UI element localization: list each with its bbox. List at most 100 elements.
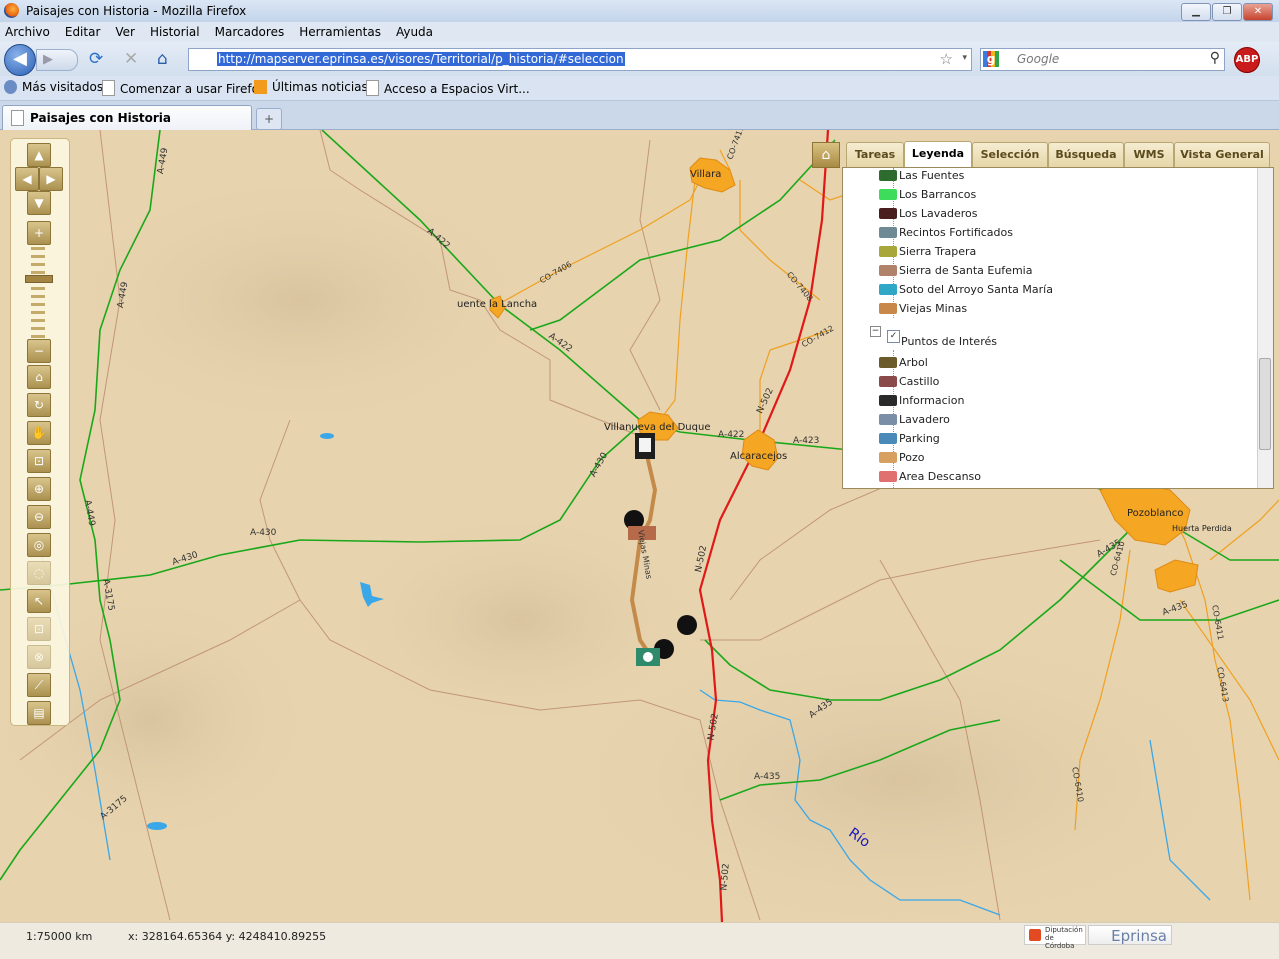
map-toolbar: ▲ ◀ ▶ ▼ + − ⌂ ↻ ✋ ⊡ ⊕ ⊖ ◎ ◌ ↖ ⊡ ⊗ ⟋ ▤ [10,138,70,726]
map-tool-button[interactable]: ◌ [27,561,51,585]
map-tool-button[interactable]: ⟋ [27,673,51,697]
zoom-in-button[interactable]: + [27,221,51,245]
map-tool-button[interactable]: ⊡ [27,617,51,641]
menu-archivo[interactable]: Archivo [5,25,50,39]
map-tool-button[interactable]: ↖ [27,589,51,613]
new-tab-button[interactable]: + [256,108,282,130]
legend-scrollbar[interactable] [1257,168,1273,488]
menu-marcadores[interactable]: Marcadores [215,25,285,39]
legend-poi-item[interactable]: Lavadero [879,412,950,428]
maximize-button[interactable]: ❐ [1212,3,1242,21]
bookmark-folder-icon [4,80,17,94]
search-icon[interactable]: ⚲ [1210,50,1220,66]
zoom-slider[interactable] [31,247,45,339]
back-button[interactable]: ◀ [4,44,36,76]
poi-swatch-icon [879,471,897,482]
reload-icon[interactable]: ⟳ [89,50,103,68]
tab-paisajes[interactable]: Paisajes con Historia [2,105,252,130]
minimize-button[interactable]: ▁ [1181,3,1211,21]
panel-tab[interactable]: Leyenda [904,141,972,168]
menu-historial[interactable]: Historial [150,25,200,39]
legend-route-item[interactable]: Soto del Arroyo Santa María [879,282,1053,298]
map-tool-button[interactable]: ◎ [27,533,51,557]
search-bar[interactable]: g Google ⚲ [980,48,1225,71]
menu-ver[interactable]: Ver [115,25,135,39]
google-icon[interactable]: g [983,51,999,67]
panel-tab[interactable]: WMS [1124,142,1174,167]
legend-poi-item[interactable]: Castillo [879,374,939,390]
map-tool-button[interactable]: ⌂ [27,365,51,389]
map-tool-button[interactable]: ⊕ [27,477,51,501]
zoom-out-button[interactable]: − [27,339,51,363]
home-icon[interactable]: ⌂ [157,50,168,68]
legend-poi-item[interactable]: Area Descanso [879,469,981,485]
legend-route-label: Sierra de Santa Eufemia [899,264,1033,277]
legend-route-item[interactable]: Sierra Trapera [879,244,976,260]
road-label-a430: A-430 [250,528,277,538]
panel-home-button[interactable]: ⌂ [812,142,840,168]
bookmark-label: Acceso a Espacios Virt... [384,82,530,96]
map-tool-button[interactable]: ↻ [27,393,51,417]
legend-route-item[interactable]: Las Fuentes [879,168,964,184]
legend-route-item[interactable]: Viejas Minas [879,301,967,317]
legend-route-item[interactable]: Los Lavaderos [879,206,978,222]
forward-button[interactable]: ▶ [36,49,78,71]
map-tool-button[interactable]: ⊡ [27,449,51,473]
poi-swatch-icon [879,433,897,444]
menu-ayuda[interactable]: Ayuda [396,25,433,39]
url-bar[interactable]: http://mapserver.eprinsa.es/visores/Terr… [188,48,972,71]
legend-route-item[interactable]: Los Barrancos [879,187,976,203]
url-dropdown-icon[interactable]: ▾ [962,53,967,63]
bookmark-comenzar[interactable]: Comenzar a usar Firefox [102,80,266,96]
search-input[interactable]: Google [1017,52,1059,66]
bookmarks-toolbar: Más visitados Comenzar a usar Firefox Úl… [0,76,1279,101]
legend-panel[interactable]: Las Fuentes Los Barrancos Los Lavaderos Rec… [842,167,1274,489]
adblock-icon[interactable]: ABP [1234,47,1260,73]
legend-route-item[interactable]: Sierra de Santa Eufemia [879,263,1033,279]
poi-swatch-icon [879,414,897,425]
bookmark-acceso[interactable]: Acceso a Espacios Virt... [366,80,530,96]
route-swatch-icon [879,246,897,257]
map-tool-button[interactable]: ✋ [27,421,51,445]
pan-left-button[interactable]: ◀ [15,167,39,191]
route-swatch-icon [879,189,897,200]
map-tool-button[interactable]: ⊖ [27,505,51,529]
stop-icon[interactable]: ✕ [124,50,138,68]
tab-strip: Paisajes con Historia + [0,101,1279,130]
legend-poi-item[interactable]: Informacion [879,393,965,409]
url-text[interactable]: http://mapserver.eprinsa.es/visores/Terr… [217,52,625,66]
bookmark-ultimas-noticias[interactable]: Últimas noticias [254,80,368,94]
legend-poi-item[interactable]: Pozo [879,450,924,466]
pan-right-button[interactable]: ▶ [39,167,63,191]
page-icon [11,110,24,126]
panel-tab[interactable]: Selección [972,142,1048,167]
close-button[interactable]: ✕ [1243,3,1273,21]
pan-up-button[interactable]: ▲ [27,143,51,167]
map-tool-button[interactable]: ⊗ [27,645,51,669]
legend-poi-item[interactable]: Arbol [879,355,928,371]
pan-down-button[interactable]: ▼ [27,191,51,215]
legend-poi-item[interactable]: Parking [879,431,940,447]
legend-poi-label: Informacion [899,394,965,407]
panel-tab[interactable]: Tareas [846,142,904,167]
bookmark-label: Últimas noticias [272,80,368,94]
bookmark-star-icon[interactable]: ☆ [940,50,953,68]
eprinsa-logo[interactable]: Eprinsa [1088,925,1172,945]
collapse-icon[interactable]: − [870,326,881,337]
menu-editar[interactable]: Editar [65,25,101,39]
panel-tab[interactable]: Búsqueda [1048,142,1124,167]
group-checkbox[interactable]: ✓ [887,330,900,343]
map-tool-button[interactable]: ▤ [27,701,51,725]
bookmark-mas-visitados[interactable]: Más visitados [4,80,103,94]
zoom-slider-handle[interactable] [25,275,53,283]
route-swatch-icon [879,265,897,276]
diputacion-logo[interactable]: Diputación de Córdoba [1024,925,1086,950]
legend-route-item[interactable]: Recintos Fortificados [879,225,1013,241]
road-label-a423: A-423 [793,436,820,446]
legend-scroll-thumb[interactable] [1259,358,1271,450]
menu-herramientas[interactable]: Herramientas [299,25,381,39]
panel-tab[interactable]: Vista General [1174,142,1270,167]
menubar: Archivo Editar Ver Historial Marcadores Herra… [0,22,1279,42]
poi-swatch-icon [879,395,897,406]
bookmark-label: Más visitados [22,80,104,94]
